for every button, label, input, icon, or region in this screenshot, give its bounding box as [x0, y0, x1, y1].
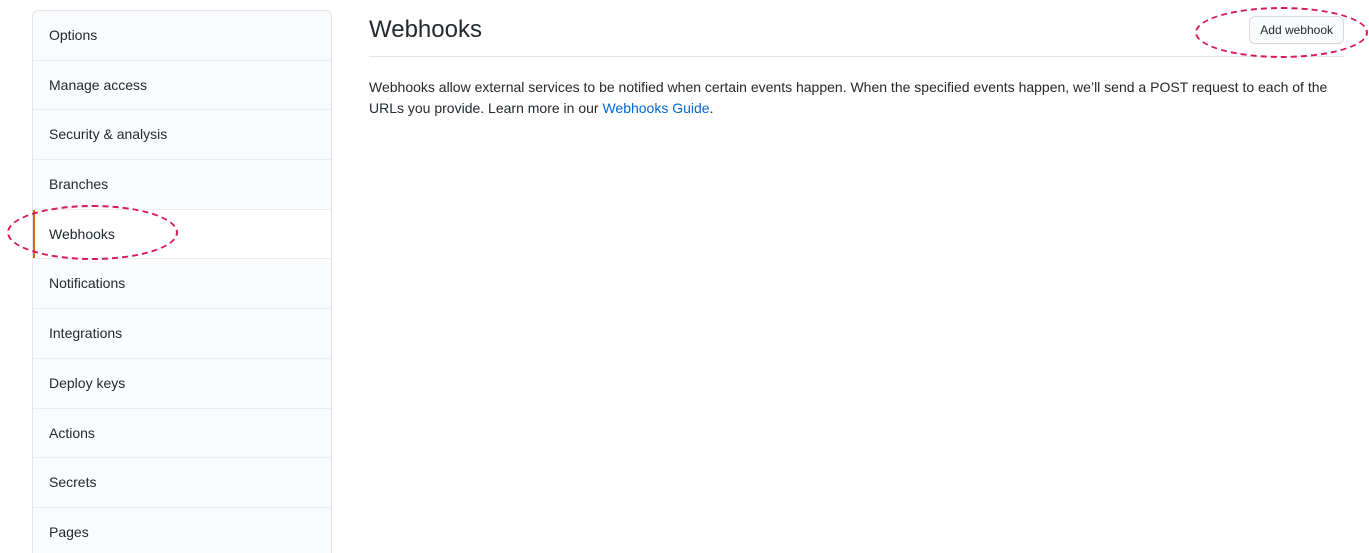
- main-content: Webhooks Add webhook Webhooks allow exte…: [369, 0, 1344, 119]
- sidebar-item-secrets[interactable]: Secrets: [33, 458, 331, 508]
- sidebar-item-security-analysis[interactable]: Security & analysis: [33, 110, 331, 161]
- sidebar-item-manage-access[interactable]: Manage access: [33, 61, 331, 111]
- sidebar-item-options[interactable]: Options: [33, 11, 331, 61]
- sidebar-item-actions[interactable]: Actions: [33, 409, 331, 459]
- add-webhook-button[interactable]: Add webhook: [1249, 16, 1344, 44]
- sidebar-item-branches[interactable]: Branches: [33, 160, 331, 210]
- webhooks-guide-link[interactable]: Webhooks Guide: [602, 100, 709, 116]
- page-header: Webhooks Add webhook: [369, 0, 1344, 57]
- sidebar-item-notifications[interactable]: Notifications: [33, 259, 331, 310]
- sidebar-item-webhooks[interactable]: Webhooks: [33, 209, 331, 260]
- settings-sidebar: Options Manage access Security & analysi…: [32, 10, 332, 553]
- description-end: .: [709, 100, 714, 116]
- settings-page: Options Manage access Security & analysi…: [0, 0, 1369, 553]
- webhooks-description: Webhooks allow external services to be n…: [369, 77, 1344, 119]
- page-title: Webhooks: [369, 16, 482, 43]
- sidebar-item-integrations[interactable]: Integrations: [33, 309, 331, 359]
- description-text: Webhooks allow external services to be n…: [369, 79, 1328, 116]
- sidebar-item-pages[interactable]: Pages: [33, 508, 331, 553]
- sidebar-item-deploy-keys[interactable]: Deploy keys: [33, 359, 331, 409]
